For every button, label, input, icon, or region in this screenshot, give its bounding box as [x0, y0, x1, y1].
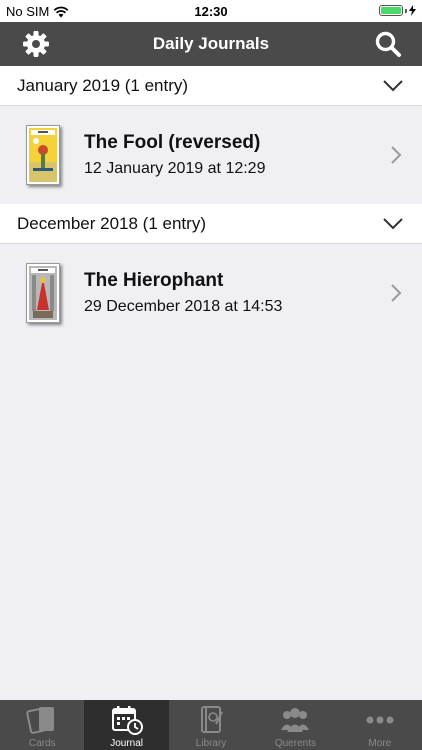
entry-title: The Hierophant	[84, 270, 224, 291]
tarot-card-thumbnail-fool	[26, 125, 60, 185]
tab-label: Journal	[110, 738, 144, 749]
tarot-card-thumbnail-hierophant	[26, 263, 60, 323]
section-header-label: December 2018 (1 entry)	[17, 213, 206, 233]
chevron-down-icon	[383, 79, 403, 91]
status-bar: No SIM 12:30	[0, 0, 422, 22]
tab-cards[interactable]: Cards	[0, 700, 84, 750]
chevron-right-icon	[391, 284, 402, 302]
entry-date: 12 January 2019 at 12:29	[84, 160, 266, 177]
charging-bolt-icon	[409, 5, 416, 16]
people-icon	[281, 708, 310, 732]
cards-icon	[26, 707, 55, 734]
tab-library[interactable]: Library	[169, 700, 253, 750]
tab-bar: Cards Journal Library Querents More	[0, 700, 422, 750]
journal-entry-row[interactable]: The Hierophant 29 December 2018 at 14:53	[0, 244, 422, 342]
tab-querents[interactable]: Querents	[253, 700, 337, 750]
battery-icon	[379, 5, 416, 16]
navigation-bar: Daily Journals	[0, 22, 422, 66]
ellipsis-icon	[366, 716, 394, 724]
status-time: 12:30	[194, 4, 228, 19]
journal-entry-row[interactable]: The Fool (reversed) 12 January 2019 at 1…	[0, 106, 422, 204]
entry-date: 29 December 2018 at 14:53	[84, 298, 283, 315]
tab-label: Library	[195, 738, 227, 749]
tab-label: Querents	[274, 738, 316, 749]
tab-more[interactable]: More	[338, 700, 422, 750]
chevron-down-icon	[383, 217, 403, 229]
section-header-january-2019[interactable]: January 2019 (1 entry)	[0, 66, 422, 106]
entry-title: The Fool (reversed)	[84, 132, 261, 153]
section-header-december-2018[interactable]: December 2018 (1 entry)	[0, 204, 422, 244]
tab-label: More	[368, 738, 392, 749]
page-title: Daily Journals	[152, 34, 270, 53]
calendar-clock-icon	[111, 706, 143, 735]
chevron-right-icon	[391, 146, 402, 164]
tab-label: Cards	[28, 738, 56, 749]
book-icon	[201, 706, 223, 733]
section-header-label: January 2019 (1 entry)	[17, 75, 189, 95]
search-icon[interactable]	[374, 30, 402, 58]
journal-list: January 2019 (1 entry) The Fool (reverse…	[0, 66, 422, 700]
tab-journal[interactable]: Journal	[84, 700, 169, 750]
